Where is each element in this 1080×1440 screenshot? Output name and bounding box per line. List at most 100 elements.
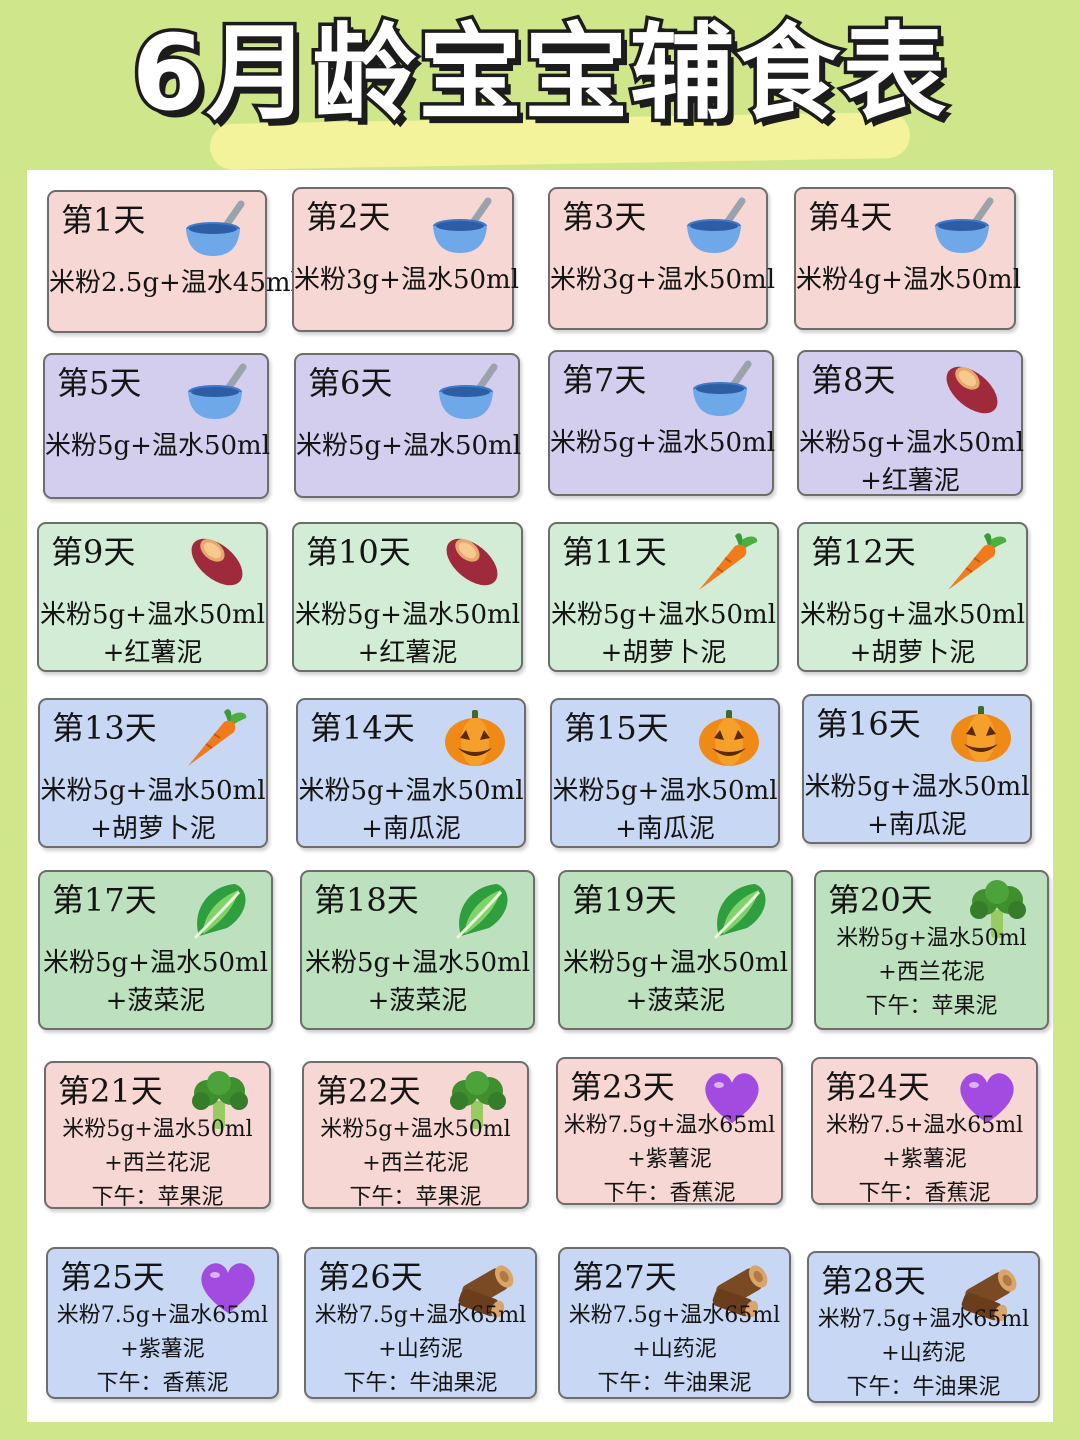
recipe-text: 米粉7.5+温水65ml +紫薯泥 下午：香蕉泥 [813, 1109, 1036, 1211]
sweet-potato-icon [939, 360, 1005, 420]
day-label: 第12天 [811, 533, 916, 571]
bowl-icon [436, 363, 502, 423]
bowl-icon [684, 197, 750, 257]
recipe-base: 米粉5g+温水50ml [836, 926, 1027, 951]
day-label: 第20天 [828, 881, 933, 919]
recipe-addition: +西兰花泥 [104, 1151, 211, 1176]
day-label: 第8天 [811, 361, 896, 399]
recipe-base: 米粉4g+温水50ml [796, 265, 1022, 295]
leafy-greens-icon [709, 880, 775, 940]
recipe-addition: +西兰花泥 [878, 960, 985, 985]
carrot-icon [944, 532, 1010, 592]
recipe-addition: +西兰花泥 [362, 1151, 469, 1176]
day-card: 第21天 米粉5g+温水50ml +西兰花泥 下午：苹果泥 [44, 1061, 271, 1210]
day-card: 第18天 米粉5g+温水50ml +菠菜泥 [300, 870, 535, 1030]
day-label: 第25天 [60, 1258, 165, 1296]
leafy-greens-icon [451, 880, 517, 940]
day-label: 第14天 [310, 709, 415, 747]
recipe-text: 米粉7.5g+温水65ml +紫薯泥 下午：香蕉泥 [558, 1109, 781, 1211]
recipe-addition: +紫薯泥 [627, 1147, 712, 1172]
day-card: 第23天 米粉7.5g+温水65ml +紫薯泥 下午：香蕉泥 [556, 1057, 783, 1206]
recipe-base: 米粉5g+温水50ml [550, 600, 777, 630]
recipe-base: 米粉5g+温水50ml [298, 776, 524, 806]
day-card: 第13天米粉5g+温水50ml +胡萝卜泥 [38, 698, 268, 848]
recipe-base: 米粉5g+温水50ml [550, 428, 776, 458]
recipe-text: 米粉3g+温水50ml [294, 261, 519, 299]
bowl-icon [690, 360, 756, 420]
day-card: 第7天 米粉5g+温水50ml [548, 350, 776, 496]
recipe-text: 米粉5g+温水50ml [45, 427, 270, 465]
afternoon-snack: 下午：牛油果泥 [597, 1371, 752, 1396]
carrot-icon [695, 532, 761, 592]
day-label: 第18天 [314, 881, 419, 919]
day-card: 第6天米粉5g+温水50ml [294, 353, 522, 498]
afternoon-snack: 下午：苹果泥 [865, 994, 998, 1019]
day-card: 第16天 米粉5g+温水50ml +南瓜泥 [802, 694, 1032, 844]
header: 6月龄宝宝辅食表 [0, 0, 1080, 171]
day-label: 第6天 [308, 364, 393, 402]
bowl-icon [932, 197, 998, 257]
day-label: 第4天 [808, 198, 893, 236]
recipe-addition: +紫薯泥 [120, 1337, 205, 1362]
recipe-base: 米粉5g+温水50ml [804, 772, 1030, 802]
day-card: 第5天米粉5g+温水50ml [43, 353, 270, 499]
recipe-text: 米粉5g+温水50ml +南瓜泥 [552, 772, 778, 848]
sweet-potato-icon [439, 532, 505, 592]
sweet-potato-icon [184, 532, 250, 592]
recipe-base: 米粉5g+温水50ml [294, 600, 521, 630]
recipe-base: 米粉5g+温水50ml [39, 600, 266, 630]
recipe-text: 米粉5g+温水50ml +菠菜泥 [560, 944, 791, 1020]
recipe-base: 米粉5g+温水50ml [799, 600, 1026, 630]
recipe-addition: +山药泥 [881, 1341, 966, 1366]
day-label: 第19天 [572, 881, 677, 919]
day-label: 第13天 [52, 709, 157, 747]
recipe-text: 米粉5g+温水50ml [550, 424, 776, 462]
recipe-base: 米粉5g+温水50ml [799, 428, 1025, 458]
day-card: 第12天米粉5g+温水50ml +胡萝卜泥 [797, 522, 1028, 672]
afternoon-snack: 下午：香蕉泥 [603, 1181, 736, 1206]
day-card: 第2天 米粉3g+温水50ml [292, 187, 519, 332]
day-label: 第16天 [816, 705, 921, 743]
day-card: 第22天 米粉5g+温水50ml +西兰花泥 下午：苹果泥 [302, 1061, 529, 1210]
recipe-base: 米粉5g+温水50ml [42, 948, 269, 978]
recipe-base: 米粉5g+温水50ml [296, 431, 522, 461]
recipe-text: 米粉7.5g+温水65ml +紫薯泥 下午：香蕉泥 [48, 1299, 277, 1401]
day-card: 第10天 米粉5g+温水50ml +红薯泥 [292, 522, 523, 672]
day-card: 第9天 米粉5g+温水50ml +红薯泥 [37, 522, 268, 672]
recipe-text: 米粉5g+温水50ml +胡萝卜泥 [40, 772, 266, 848]
afternoon-snack: 下午：香蕉泥 [858, 1181, 991, 1206]
day-label: 第22天 [316, 1072, 421, 1110]
recipe-addition: +山药泥 [378, 1337, 463, 1362]
recipe-addition: +胡萝卜泥 [600, 638, 727, 668]
recipe-base: 米粉3g+温水50ml [550, 265, 776, 295]
recipe-text: 米粉5g+温水50ml +西兰花泥下午：苹果泥 [816, 922, 1047, 1024]
recipe-addition: +南瓜泥 [361, 814, 461, 844]
recipe-text: 米粉7.5g+温水65ml +山药泥 下午：牛油果泥 [560, 1299, 789, 1401]
day-label: 第3天 [562, 198, 647, 236]
day-card: 第11天米粉5g+温水50ml +胡萝卜泥 [548, 522, 779, 672]
day-label: 第15天 [564, 709, 669, 747]
recipe-text: 米粉4g+温水50ml [796, 261, 1022, 299]
recipe-text: 米粉5g+温水50ml +西兰花泥 下午：苹果泥 [46, 1113, 269, 1215]
recipe-addition: +胡萝卜泥 [90, 814, 216, 844]
day-card: 第19天米粉5g+温水50ml +菠菜泥 [558, 870, 793, 1030]
recipe-base: 米粉7.5g+温水65ml [314, 1303, 527, 1328]
recipe-text: 米粉5g+温水50ml +胡萝卜泥 [799, 596, 1026, 672]
day-label: 第11天 [562, 533, 667, 571]
recipe-addition: +菠菜泥 [625, 986, 726, 1016]
day-card: 第15天米粉5g+温水50ml +南瓜泥 [550, 698, 780, 848]
day-label: 第24天 [825, 1068, 930, 1106]
recipe-base: 米粉7.5g+温水65ml [817, 1307, 1030, 1332]
leafy-greens-icon [189, 880, 255, 940]
day-card: 第8天 米粉5g+温水50ml +红薯泥 [797, 350, 1025, 496]
recipe-addition: +菠菜泥 [367, 986, 468, 1016]
day-label: 第27天 [572, 1258, 677, 1296]
day-card: 第4天米粉4g+温水50ml [794, 187, 1022, 330]
day-card: 第14天米粉5g+温水50ml +南瓜泥 [296, 698, 526, 848]
day-card: 第25天 米粉7.5g+温水65ml +紫薯泥 下午：香蕉泥 [46, 1247, 279, 1399]
recipe-base: 米粉5g+温水50ml [552, 776, 778, 806]
day-label: 第5天 [57, 364, 142, 402]
pumpkin-icon [442, 708, 508, 768]
day-card: 第1天 米粉2.5g+温水45ml [47, 190, 299, 333]
recipe-text: 米粉5g+温水50ml +红薯泥 [39, 596, 266, 672]
